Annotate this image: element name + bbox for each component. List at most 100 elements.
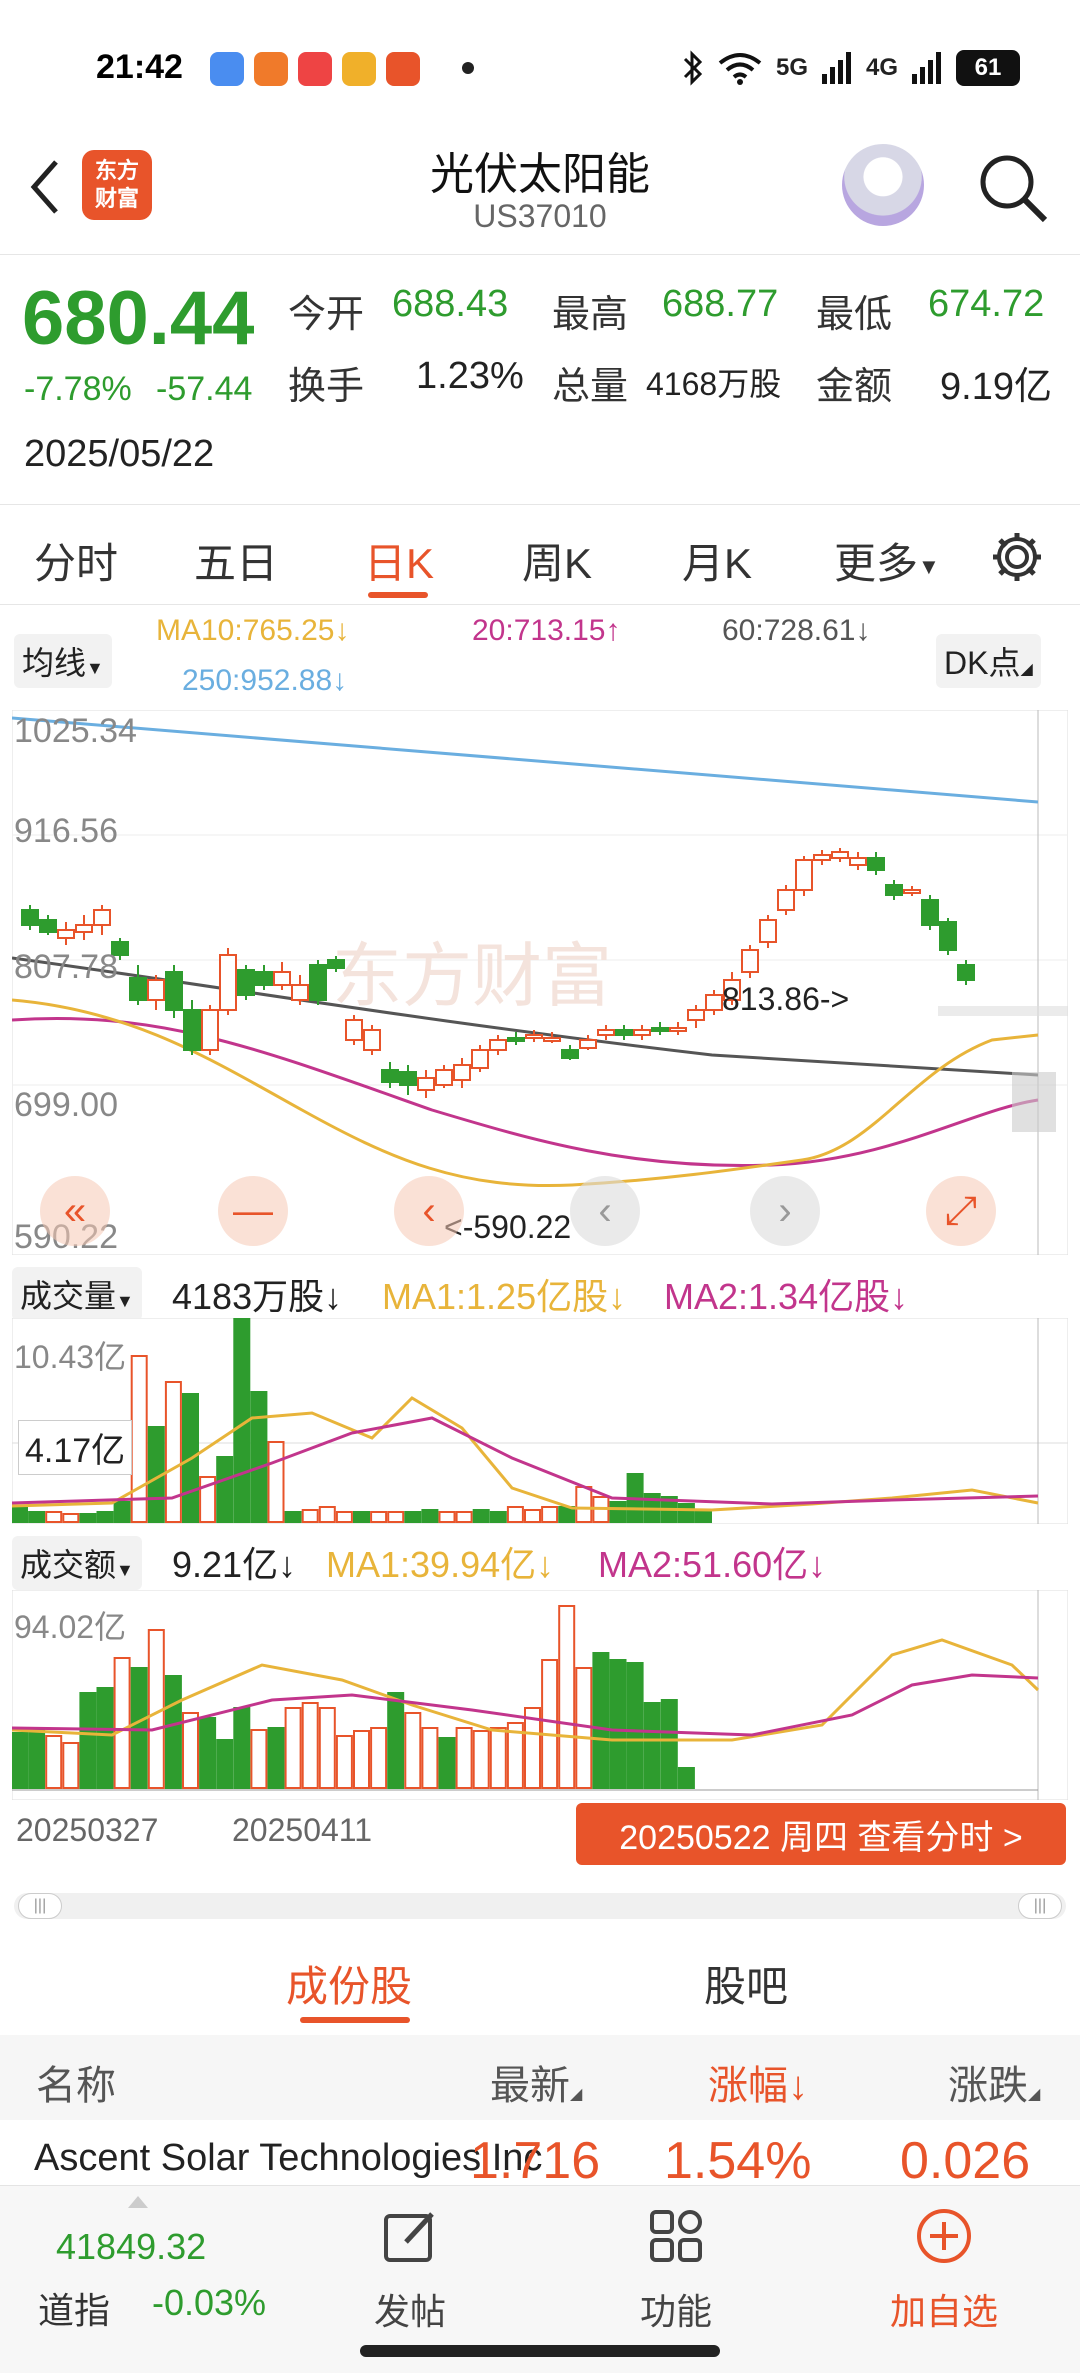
dow-index-change[interactable]: -0.03% bbox=[152, 2282, 266, 2324]
candle bbox=[21, 909, 39, 926]
bar bbox=[250, 1391, 268, 1523]
candle bbox=[453, 1064, 471, 1081]
scroll-right-button[interactable]: › bbox=[750, 1176, 820, 1246]
scrollbar-left-handle[interactable]: ||| bbox=[18, 1893, 62, 1919]
candle bbox=[75, 924, 93, 933]
tab-more[interactable]: 更多▼ bbox=[834, 530, 940, 591]
candle bbox=[129, 977, 147, 1001]
table-row[interactable]: Ascent Solar Technologies Inc 1.716 1.54… bbox=[0, 2125, 1080, 2185]
signal-bars-icon bbox=[912, 52, 941, 84]
col-latest-label: 最新 bbox=[490, 2064, 570, 2108]
candle bbox=[39, 919, 57, 933]
dk-points-toggle[interactable]: DK点◢ bbox=[936, 634, 1041, 688]
volume-mid-label: 4.17亿 bbox=[18, 1420, 133, 1475]
tab-constituents[interactable]: 成份股 bbox=[286, 1953, 412, 2014]
chart-watermark: 东方财富 bbox=[332, 937, 612, 1015]
kline-chart[interactable]: 东方财富 813.86-> <-590.22 bbox=[12, 710, 1068, 1255]
bar bbox=[438, 1511, 456, 1523]
sub-tabs: 成份股 股吧 bbox=[0, 1935, 1080, 2035]
edit-icon bbox=[384, 2212, 434, 2262]
bar bbox=[335, 1735, 353, 1789]
quote-panel: 680.44 -7.78% -57.44 2025/05/22 今开 688.4… bbox=[0, 255, 1080, 505]
col-change[interactable]: 涨跌◢ bbox=[948, 2053, 1040, 2111]
candle bbox=[885, 884, 903, 896]
volume-label: 总量 bbox=[552, 366, 629, 408]
scroll-far-left-button[interactable]: « bbox=[40, 1176, 110, 1246]
scroll-left-step-button[interactable]: ‹ bbox=[570, 1176, 640, 1246]
bar bbox=[318, 1707, 336, 1789]
sort-icon: ◢ bbox=[570, 2086, 583, 2103]
ma-legend: 均线▼ MA10:765.25↓ 20:713.15↑ 60:728.61↓ 2… bbox=[0, 608, 1080, 708]
fullscreen-icon[interactable]: ⤢ bbox=[926, 1176, 996, 1246]
bar bbox=[541, 1506, 559, 1523]
bar bbox=[12, 1732, 28, 1789]
app-notification-icon bbox=[386, 52, 420, 86]
candle bbox=[939, 921, 957, 951]
tab-timeshare[interactable]: 分时 bbox=[34, 530, 118, 591]
indicator-selector-label: 均线 bbox=[22, 645, 87, 681]
candle bbox=[345, 1019, 363, 1041]
tab-daily-k[interactable]: 日K bbox=[364, 530, 434, 591]
settings-gear-icon[interactable] bbox=[990, 530, 1044, 584]
candle bbox=[579, 1039, 597, 1049]
col-latest[interactable]: 最新◢ bbox=[490, 2053, 582, 2111]
post-button[interactable]: 发帖 bbox=[340, 2206, 480, 2335]
indicator-selector[interactable]: 均线▼ bbox=[14, 634, 112, 688]
volume-ma1: MA1:1.25亿股↓ bbox=[382, 1276, 627, 1317]
search-icon[interactable] bbox=[975, 150, 1051, 226]
post-label: 发帖 bbox=[373, 2291, 446, 2332]
high-annotation: 813.86-> bbox=[722, 981, 849, 1017]
notification-icons bbox=[210, 52, 420, 86]
dow-index-value[interactable]: 41849.32 bbox=[56, 2226, 206, 2268]
candle bbox=[615, 1029, 633, 1036]
candle bbox=[705, 994, 723, 1011]
zoom-out-button[interactable]: — bbox=[218, 1176, 288, 1246]
view-timeshare-button[interactable]: 20250522 周四 查看分时 > bbox=[576, 1803, 1066, 1865]
chart-scrollbar[interactable]: ||| ||| bbox=[14, 1893, 1066, 1919]
bar bbox=[318, 1506, 336, 1523]
bar bbox=[472, 1730, 490, 1789]
candle bbox=[507, 1037, 525, 1042]
add-watchlist-button[interactable]: 加自选 bbox=[874, 2206, 1014, 2335]
col-change-percent[interactable]: 涨幅↓ bbox=[708, 2053, 808, 2111]
tab-monthly-k[interactable]: 月K bbox=[682, 530, 752, 591]
bar bbox=[164, 1675, 182, 1789]
volume-current: 4183万股↓ bbox=[172, 1276, 343, 1317]
ma10-value: MA10:765.25↓ bbox=[156, 614, 350, 647]
bar bbox=[489, 1511, 507, 1523]
candle bbox=[489, 1039, 507, 1051]
bar bbox=[62, 1742, 80, 1789]
dow-index-name[interactable]: 道指 bbox=[38, 2282, 110, 2334]
bar bbox=[130, 1667, 148, 1789]
ma60-value: 60:728.61↓ bbox=[722, 614, 871, 647]
bar bbox=[506, 1506, 524, 1523]
plus-circle-icon bbox=[917, 2209, 971, 2263]
bar bbox=[387, 1511, 405, 1523]
volume-selector[interactable]: 成交量▼ bbox=[12, 1267, 142, 1321]
amount-max-label: 94.02亿 bbox=[14, 1609, 127, 1645]
tab-five-day[interactable]: 五日 bbox=[194, 530, 278, 591]
row-change: 0.026 bbox=[900, 2132, 1031, 2185]
signal-bars-icon bbox=[821, 52, 851, 84]
volume-chart[interactable] bbox=[12, 1318, 1068, 1524]
status-right: 5G 4G 61 bbox=[682, 50, 1020, 86]
amount-selector[interactable]: 成交额▼ bbox=[12, 1536, 142, 1590]
caret-down-icon: ▼ bbox=[86, 658, 104, 678]
tab-weekly-k[interactable]: 周K bbox=[522, 530, 592, 591]
candle bbox=[93, 909, 111, 926]
scroll-left-button[interactable]: ‹ bbox=[394, 1176, 464, 1246]
bar bbox=[62, 1513, 80, 1523]
bar bbox=[301, 1702, 319, 1789]
scrollbar-right-handle[interactable]: ||| bbox=[1018, 1893, 1062, 1919]
open-value: 688.43 bbox=[392, 283, 509, 325]
candle bbox=[741, 949, 759, 973]
tab-forum[interactable]: 股吧 bbox=[704, 1953, 788, 2014]
turnover-value: 1.23% bbox=[416, 355, 524, 397]
assistant-robot-icon[interactable] bbox=[842, 144, 924, 226]
amount-chart[interactable] bbox=[12, 1590, 1068, 1800]
caret-down-icon: ▼ bbox=[918, 553, 940, 579]
functions-button[interactable]: 功能 bbox=[606, 2206, 746, 2335]
bar bbox=[677, 1767, 695, 1789]
tab-more-label: 更多 bbox=[834, 540, 919, 587]
functions-label: 功能 bbox=[639, 2291, 712, 2332]
